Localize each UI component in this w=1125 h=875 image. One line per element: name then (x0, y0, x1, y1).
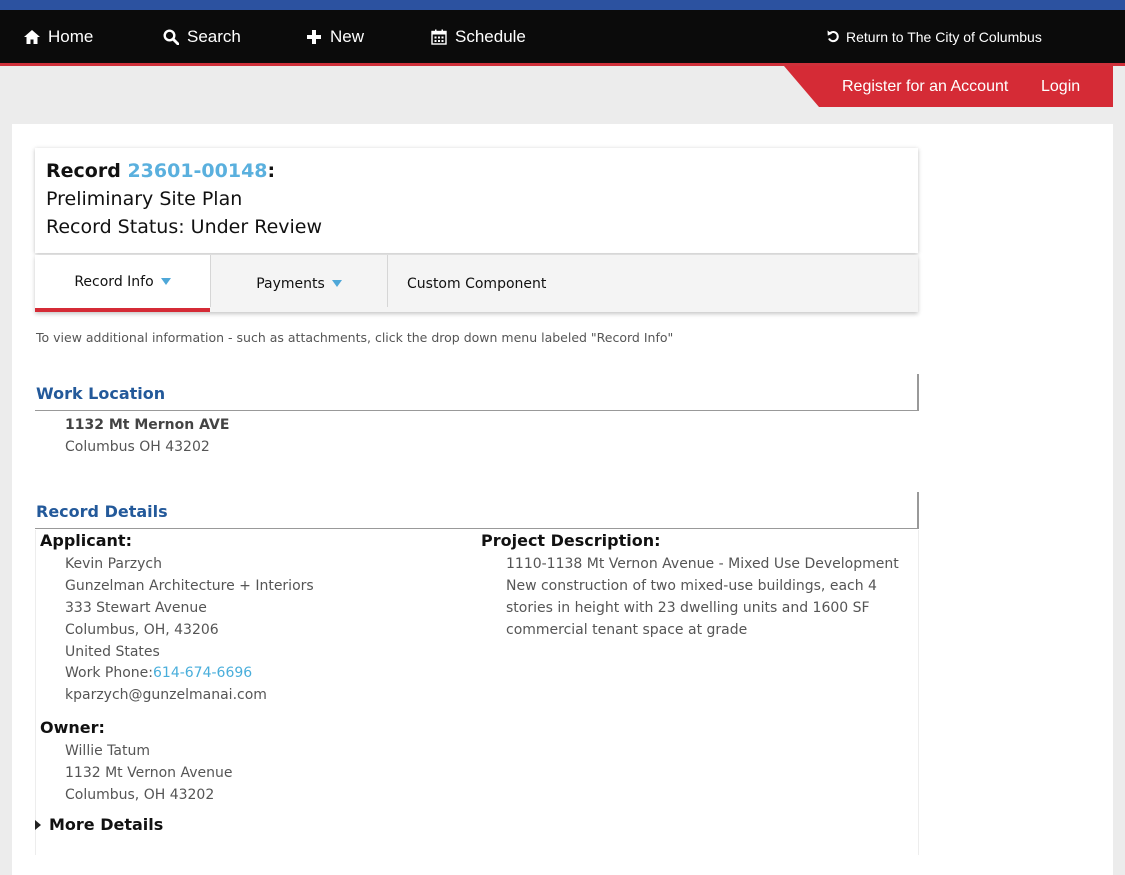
applicant-country: United States (65, 644, 160, 660)
content-border (35, 530, 36, 855)
info-hint: To view additional information - such as… (36, 330, 674, 345)
top-stripe (0, 0, 1125, 10)
home-icon (23, 28, 41, 46)
record-title: Record 23601-00148: (46, 160, 275, 182)
project-description-title: 1110-1138 Mt Vernon Avenue - Mixed Use D… (506, 556, 899, 572)
nav-search[interactable]: Search (162, 10, 241, 63)
applicant-address: 333 Stewart Avenue (65, 600, 207, 616)
project-description: 1110-1138 Mt Vernon Avenue - Mixed Use D… (506, 553, 911, 641)
record-colon: : (267, 160, 276, 182)
return-link[interactable]: Return to The City of Columbus (826, 10, 1042, 63)
applicant-email: kparzych@gunzelmanai.com (65, 687, 267, 703)
nav-schedule-label: Schedule (455, 26, 526, 46)
register-link[interactable]: Register for an Account (842, 66, 1008, 107)
calendar-icon (430, 28, 448, 46)
record-tabs: Record Info Payments Custom Component (35, 255, 918, 312)
login-link[interactable]: Login (1041, 66, 1080, 107)
work-location-heading: Work Location (36, 384, 166, 403)
return-icon (826, 28, 840, 46)
applicant-phone: Work Phone:614-674-6696 (65, 665, 252, 681)
project-description-body: New construction of two mixed-use buildi… (506, 578, 877, 638)
plus-icon (305, 28, 323, 46)
tab-payments[interactable]: Payments (211, 255, 387, 312)
search-icon (162, 28, 180, 46)
more-details-label: More Details (49, 815, 164, 834)
record-header: Record 23601-00148: Preliminary Site Pla… (35, 148, 918, 253)
tab-custom-label: Custom Component (407, 275, 547, 292)
work-location-street: 1132 Mt Mernon AVE (65, 417, 230, 433)
caret-right-icon (35, 819, 41, 830)
section-divider (35, 410, 919, 411)
applicant-label: Applicant: (40, 531, 132, 550)
return-link-label: Return to The City of Columbus (846, 28, 1042, 45)
applicant-city: Columbus, OH, 43206 (65, 622, 219, 638)
section-divider (917, 374, 919, 411)
record-status: Record Status: Under Review (46, 216, 323, 238)
nav-home-label: Home (48, 26, 94, 46)
owner-address: 1132 Mt Vernon Avenue (65, 765, 233, 781)
tab-payments-label: Payments (256, 275, 325, 292)
chevron-down-icon (331, 280, 342, 287)
content-border (918, 530, 919, 855)
record-details-heading: Record Details (36, 502, 168, 521)
record-label: Record (46, 160, 121, 182)
chevron-down-icon (160, 278, 171, 285)
phone-label: Work Phone: (65, 665, 153, 681)
nav-home[interactable]: Home (23, 10, 93, 63)
tab-record-info[interactable]: Record Info (35, 255, 210, 312)
nav-search-label: Search (187, 26, 241, 46)
owner-city: Columbus, OH 43202 (65, 787, 215, 803)
nav-schedule[interactable]: Schedule (430, 10, 526, 63)
section-divider (35, 528, 919, 529)
nav-new-label: New (330, 26, 365, 46)
work-location-city: Columbus OH 43202 (65, 439, 210, 455)
section-divider (917, 492, 919, 529)
nav-new[interactable]: New (305, 10, 364, 63)
tab-custom-component[interactable]: Custom Component (388, 255, 564, 312)
applicant-name: Kevin Parzych (65, 556, 162, 572)
record-number: 23601-00148 (127, 160, 268, 182)
phone-link[interactable]: 614-674-6696 (153, 665, 252, 681)
record-type: Preliminary Site Plan (46, 188, 243, 210)
project-description-label: Project Description: (481, 531, 661, 550)
owner-label: Owner: (40, 718, 105, 737)
more-details-toggle[interactable]: More Details (35, 815, 163, 834)
owner-name: Willie Tatum (65, 743, 150, 759)
main-navbar: Home Search New Schedule Return to The C… (0, 10, 1125, 63)
applicant-company: Gunzelman Architecture + Interiors (65, 578, 314, 594)
tab-record-info-label: Record Info (74, 273, 154, 290)
